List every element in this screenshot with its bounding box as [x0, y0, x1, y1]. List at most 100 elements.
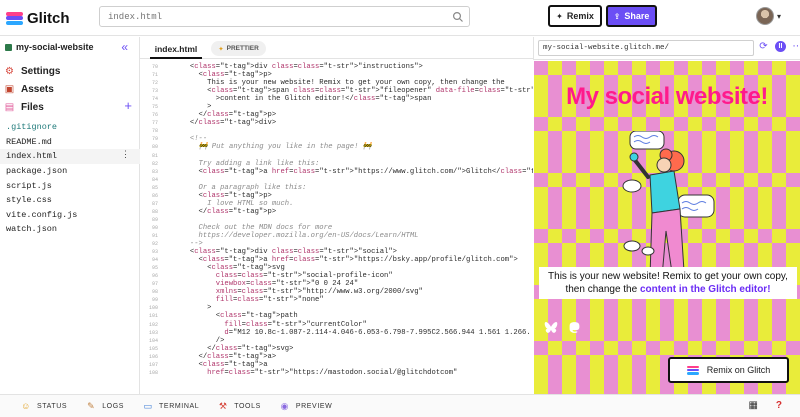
code-line[interactable]: Try adding a link like this:: [164, 160, 533, 168]
line-number: 96: [151, 273, 158, 280]
glitch-logo[interactable]: Glitch: [6, 8, 70, 28]
line-number: 76: [151, 112, 158, 119]
code-line[interactable]: [164, 152, 533, 160]
prettier-button[interactable]: ✦ PRETTIER: [211, 41, 266, 56]
code-editor[interactable]: 70 71 72 73 74 75 76 77 78 79 80 81 82 83 84 85 86 87 88 89…: [140, 60, 533, 394]
code-line[interactable]: <class="t-tag">div class=class="t-str">"…: [164, 63, 533, 71]
code-line[interactable]: d="M12 10.8c-1.087-2.114-4.046-6.053-6.7…: [164, 329, 533, 337]
code-line[interactable]: >content in the Glitch editor!</class="t…: [164, 95, 533, 103]
code-line[interactable]: <class="t-tag">p>: [164, 71, 533, 79]
line-number: 79: [151, 136, 158, 143]
code-line[interactable]: <class="t-tag">p>: [164, 192, 533, 200]
code-line[interactable]: Or a paragraph like this:: [164, 184, 533, 192]
preview-url-field[interactable]: my-social-website.glitch.me/: [538, 40, 754, 56]
code-content[interactable]: <class="t-tag">div class=class="t-str">"…: [164, 63, 533, 377]
code-line[interactable]: </class="t-tag">p>: [164, 208, 533, 216]
code-line[interactable]: Check out the MDN docs for more: [164, 224, 533, 232]
code-line[interactable]: </class="t-tag">svg>: [164, 345, 533, 353]
code-line[interactable]: I love HTML so much.: [164, 200, 533, 208]
line-number: 74: [151, 96, 158, 103]
sidebar-item-files[interactable]: ▤ Files +: [0, 98, 140, 116]
code-line[interactable]: -->: [164, 240, 533, 248]
code-line[interactable]: <class="t-tag">a href=class="t-str">"htt…: [164, 168, 534, 176]
code-line[interactable]: />: [164, 337, 533, 345]
line-number: 99: [151, 297, 158, 304]
code-line[interactable]: [164, 176, 533, 184]
line-number: 84: [151, 176, 158, 183]
file-name: style.css: [6, 195, 52, 206]
code-line[interactable]: https://developer.mozilla.org/en-US/docs…: [164, 232, 533, 240]
code-line[interactable]: href=class="t-str">"https://mastodon.soc…: [164, 369, 533, 377]
mastodon-icon[interactable]: [568, 321, 581, 334]
code-line[interactable]: <class="t-tag">div class=class="t-str">"…: [164, 248, 533, 256]
sidebar-item-assets[interactable]: ▣ Assets: [0, 80, 140, 98]
refresh-icon[interactable]: ⟳: [758, 41, 769, 52]
pause-icon[interactable]: II: [775, 41, 786, 52]
more-icon[interactable]: ⋯: [792, 41, 800, 52]
file-name: index.html: [6, 151, 58, 162]
sidebar-item-settings[interactable]: ⚙ Settings: [0, 62, 140, 80]
tab-index-html[interactable]: index.html: [150, 41, 202, 59]
tools-icon: ⚒: [218, 401, 228, 411]
code-line[interactable]: viewbox=class="t-str">"0 0 24 24": [164, 280, 533, 288]
line-number: 101: [148, 313, 158, 320]
project-header[interactable]: my-social-website «: [0, 37, 140, 57]
file-item[interactable]: package.json: [0, 164, 140, 179]
help-icon[interactable]: ?: [776, 400, 782, 411]
search-icon[interactable]: [452, 11, 464, 23]
file-item[interactable]: vite.config.js: [0, 208, 140, 223]
code-line[interactable]: <class="t-tag">svg: [164, 264, 533, 272]
code-line[interactable]: >: [164, 304, 533, 312]
code-line[interactable]: >: [164, 103, 533, 111]
file-item[interactable]: script.js: [0, 178, 140, 193]
terminal-icon: ▭: [143, 401, 153, 411]
status-label: STATUS: [37, 402, 68, 410]
file-item-active[interactable]: index.html ⋮: [0, 149, 140, 164]
tools-button[interactable]: ⚒ TOOLS: [217, 401, 261, 411]
line-number: 91: [151, 232, 158, 239]
code-line[interactable]: fill=class="t-str">"none": [164, 296, 533, 304]
code-line[interactable]: <class="t-tag">a: [164, 361, 533, 369]
code-line[interactable]: class=class="t-str">"social-profile-icon…: [164, 272, 533, 280]
preview-button[interactable]: ◉ PREVIEW: [279, 401, 332, 411]
file-name: README.md: [6, 136, 52, 147]
code-line[interactable]: </class="t-tag">a>: [164, 353, 533, 361]
file-item[interactable]: style.css: [0, 193, 140, 208]
line-number: 97: [151, 281, 158, 288]
status-button[interactable]: ☺ STATUS: [20, 401, 67, 411]
terminal-button[interactable]: ▭ TERMINAL: [142, 401, 199, 411]
avatar[interactable]: [756, 7, 774, 25]
bluesky-icon[interactable]: [544, 321, 558, 334]
code-line[interactable]: <class="t-tag">a href=class="t-str">"htt…: [164, 256, 533, 264]
code-line[interactable]: <class="t-tag">span class=class="t-str">…: [164, 87, 533, 95]
code-line[interactable]: xmlns=class="t-str">"http://www.w3.org/2…: [164, 288, 533, 296]
code-line[interactable]: This is your new website! Remix to get y…: [164, 79, 533, 87]
remix-on-glitch-button[interactable]: Remix on Glitch: [668, 357, 789, 383]
code-line[interactable]: <class="t-tag">path: [164, 312, 533, 320]
share-button[interactable]: ⇪ Share: [606, 5, 657, 27]
collapse-sidebar-icon[interactable]: «: [121, 40, 128, 54]
line-number: 71: [151, 72, 158, 79]
code-line[interactable]: fill=class="t-str">"currentColor": [164, 321, 533, 329]
code-line[interactable]: [164, 127, 533, 135]
file-item[interactable]: watch.json: [0, 222, 140, 237]
logs-button[interactable]: ✎ LOGS: [85, 401, 124, 411]
file-item[interactable]: README.md: [0, 135, 140, 150]
file-item[interactable]: .gitignore: [0, 120, 140, 135]
chevron-down-icon[interactable]: ▾: [777, 12, 781, 21]
line-number: 103: [148, 329, 158, 336]
more-options-icon[interactable]: ⋮: [121, 150, 130, 160]
search-box[interactable]: [99, 6, 470, 27]
keyboard-icon[interactable]: ▦: [748, 400, 757, 411]
sidebar-item-label: Assets: [21, 83, 54, 95]
code-line[interactable]: [164, 216, 533, 224]
sidebar-item-label: Settings: [21, 65, 61, 77]
remix-button[interactable]: ✦ Remix: [548, 5, 602, 27]
editor-link[interactable]: content in the Glitch editor!: [640, 284, 771, 295]
code-line[interactable]: 🚧 Put anything you like in the page! 🚧: [164, 143, 533, 151]
prettier-icon: ✦: [218, 45, 224, 53]
code-line[interactable]: </class="t-tag">p>: [164, 111, 533, 119]
code-line[interactable]: </class="t-tag">div>: [164, 119, 533, 127]
add-file-icon[interactable]: +: [124, 99, 132, 113]
search-input[interactable]: [108, 10, 438, 24]
